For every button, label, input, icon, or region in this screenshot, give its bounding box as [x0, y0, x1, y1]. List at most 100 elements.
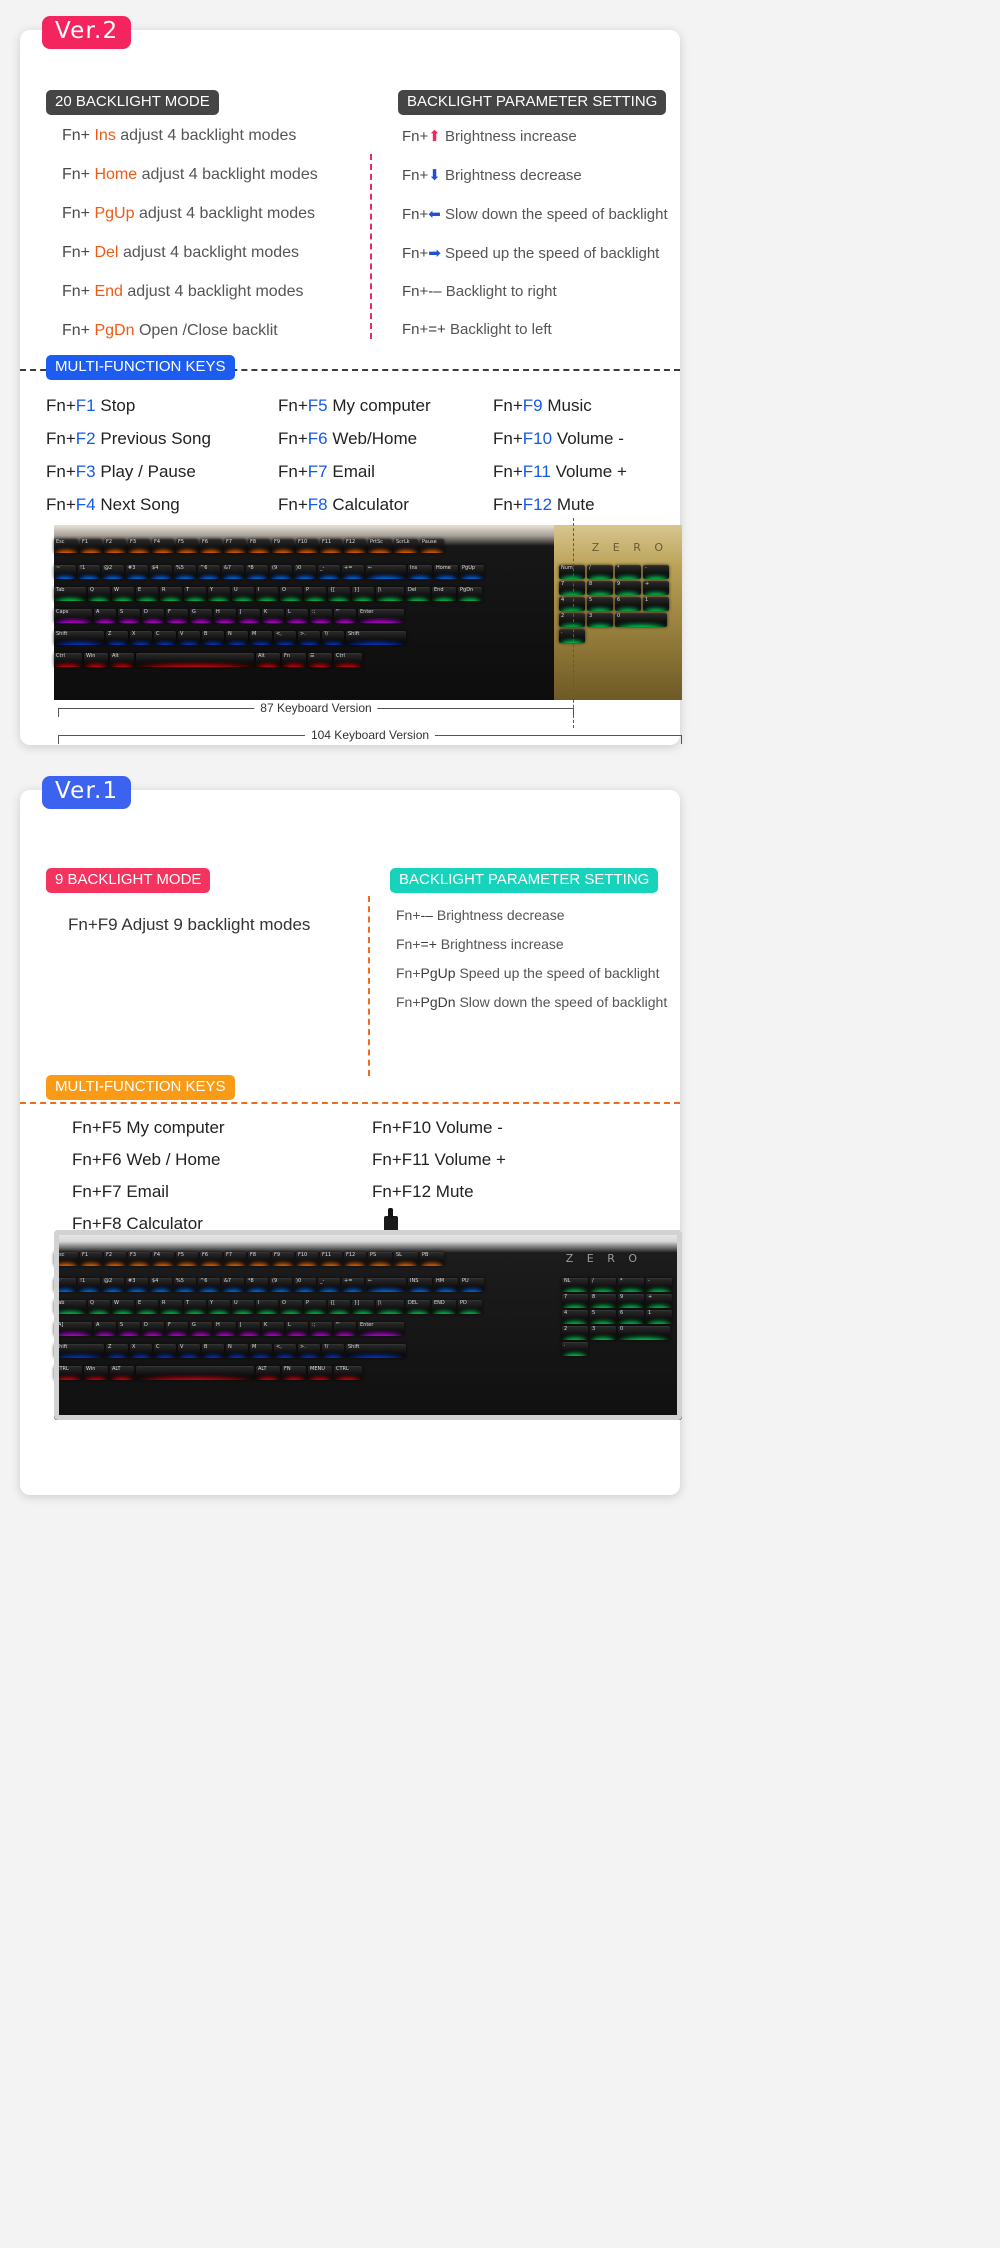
vertical-divider: [368, 896, 370, 1076]
keyboard-key: Pause: [420, 539, 444, 553]
keyboard-key: Q: [88, 1300, 110, 1314]
keyboard-key: W: [112, 587, 134, 601]
list-item: Fn+F10 Volume -: [372, 1118, 626, 1138]
list-item: Fn+F4 Next Song: [46, 495, 278, 515]
fn-prefix: Fn+: [402, 245, 429, 263]
keyboard-key: Tab: [54, 1300, 86, 1314]
keyboard-key: Enter: [358, 609, 404, 623]
keyboard-key: 3: [590, 1326, 616, 1340]
key-label: Home: [94, 166, 138, 184]
arrow-down-icon: ⬇: [428, 167, 441, 185]
list-item: Fn+F6 Web/Home: [278, 429, 493, 449]
list-item: Fn+F7 Email: [278, 462, 493, 482]
keyboard-key: @2: [102, 565, 124, 579]
keyboard-key: F: [166, 609, 188, 623]
keyboard-key: .: [562, 1342, 588, 1356]
keyboard-key: O: [280, 587, 302, 601]
list-item: Fn+F3 Play / Pause: [46, 462, 278, 482]
list-item: Fn+⬇ Brightness decrease: [402, 166, 668, 184]
usb-cable-icon: [384, 1208, 398, 1232]
keyboard-key: }]: [352, 1300, 374, 1314]
keyboard-key: |\: [376, 587, 404, 601]
keyboard-key: A: [94, 1322, 116, 1336]
keyboard-key: X: [130, 1344, 152, 1358]
pgdn-key-icon: PgDn: [420, 994, 456, 1011]
keyboard-key: 2: [562, 1326, 588, 1340]
keyboard-key: SL: [394, 1252, 418, 1266]
keyboard-key: 8: [587, 581, 613, 595]
keyboard-key: V: [178, 631, 200, 645]
list-item: Fn+F1 Stop: [46, 396, 278, 416]
keyboard-key: G: [190, 609, 212, 623]
row-description: Volume +: [434, 1150, 506, 1170]
key-label: PgUp: [94, 205, 135, 223]
keyboard-key: 0: [618, 1326, 670, 1340]
fn-prefix: Fn+F5: [72, 1118, 122, 1138]
list-item: Fn+ Ins adjust 4 backlight modes: [62, 127, 356, 145]
row-description: Speed up the speed of backlight: [445, 245, 660, 263]
fn-prefix: Fn+F11: [372, 1150, 430, 1170]
key-label: F2: [75, 429, 96, 449]
keyboard-image-ver1: Z E R O Esc F1 F2 F3 F4 F5 F6 F7 F8 F9 F10 F11 F12 PS…: [54, 1208, 682, 1420]
keyboard-key: 7: [559, 581, 585, 595]
list-item: Fn+F12 Mute: [493, 495, 663, 515]
keyboard-key: Y: [208, 587, 230, 601]
list-item: Fn+PgUp Speed up the speed of backlight: [396, 965, 670, 981]
v1-multi-function-title: MULTI-FUNCTION KEYS: [46, 1075, 235, 1101]
v2-multi-function-section: MULTI-FUNCTION KEYS Fn+F1 Stop Fn+F2 Pre…: [46, 355, 666, 528]
keyboard-key: {[: [328, 587, 350, 601]
keyboard-key: L: [286, 1322, 308, 1336]
keyboard-key: U: [232, 1300, 254, 1314]
list-item: Fn+-– Brightness decrease: [396, 907, 670, 923]
keyboard-key: ScrLk: [394, 539, 418, 553]
fn-prefix: Fn+: [396, 936, 421, 953]
version-2-card: Ver.2 20 BACKLIGHT MODE Fn+ Ins adjust 4…: [20, 16, 682, 745]
keyboard-key: PB: [420, 1252, 444, 1266]
key-label: F10: [522, 429, 553, 449]
keyboard-key: K: [262, 609, 284, 623]
row-description: Previous Song: [100, 429, 211, 449]
keyboard-key: %5: [174, 565, 196, 579]
fn-prefix: Fn+F6: [72, 1150, 122, 1170]
keyboard-key: $4: [150, 565, 172, 579]
keyboard-key: #3: [126, 1278, 148, 1292]
v1-backlight-mode-block: 9 BACKLIGHT MODE Fn+F9 Adjust 9 backligh…: [46, 868, 346, 949]
list-item: Fn+F11 Volume +: [493, 462, 663, 482]
fn-prefix: Fn+F10: [372, 1118, 432, 1138]
v1-backlight-mode-title: 9 BACKLIGHT MODE: [46, 868, 211, 894]
plus-key-icon: =+: [420, 936, 437, 953]
list-item: Fn+➡ Speed up the speed of backlight: [402, 244, 668, 262]
keyboard-key: -: [643, 565, 669, 579]
keyboard-key: Alt: [110, 653, 134, 667]
keyboard-key: Esc: [54, 539, 78, 553]
keyboard-key: ^6: [198, 1278, 220, 1292]
fn-prefix: Fn+: [402, 167, 429, 185]
keyboard-key: H: [214, 1322, 236, 1336]
keyboard-key: F5: [176, 539, 198, 553]
minus-key-icon: -–: [420, 907, 433, 924]
keyboard-key: +=: [342, 1278, 364, 1292]
fn-prefix: Fn+: [396, 994, 421, 1011]
fn-prefix: Fn+F7: [72, 1182, 122, 1202]
keyboard-key: Alt: [256, 653, 280, 667]
v1-multi-function-grid: Fn+F5 My computer Fn+F6 Web / Home Fn+F7…: [46, 1118, 666, 1246]
keyboard-key: D: [142, 1322, 164, 1336]
keyboard-key: F3: [128, 539, 150, 553]
keyboard-key: %5: [174, 1278, 196, 1292]
keyboard-key: ?/: [322, 631, 344, 645]
keyboard-key: F9: [272, 1252, 294, 1266]
keyboard-key: N: [226, 631, 248, 645]
keyboard-key: Q: [88, 587, 110, 601]
keyboard-brand-label: Z E R O: [591, 541, 668, 554]
fn-prefix: Fn+: [278, 396, 308, 416]
row-description: Speed up the speed of backlight: [459, 965, 660, 982]
keyboard-key: F6: [200, 539, 222, 553]
list-item: Fn+=+ Backlight to left: [402, 321, 668, 338]
fn-prefix: Fn+: [46, 396, 76, 416]
keyboard-key: C: [154, 1344, 176, 1358]
keyboard-key: #3: [126, 565, 148, 579]
keyboard-key: ALT: [110, 1366, 134, 1380]
row-description: Web / Home: [126, 1150, 221, 1170]
keyboard-key: J: [238, 609, 260, 623]
key-label: F3: [75, 462, 96, 482]
